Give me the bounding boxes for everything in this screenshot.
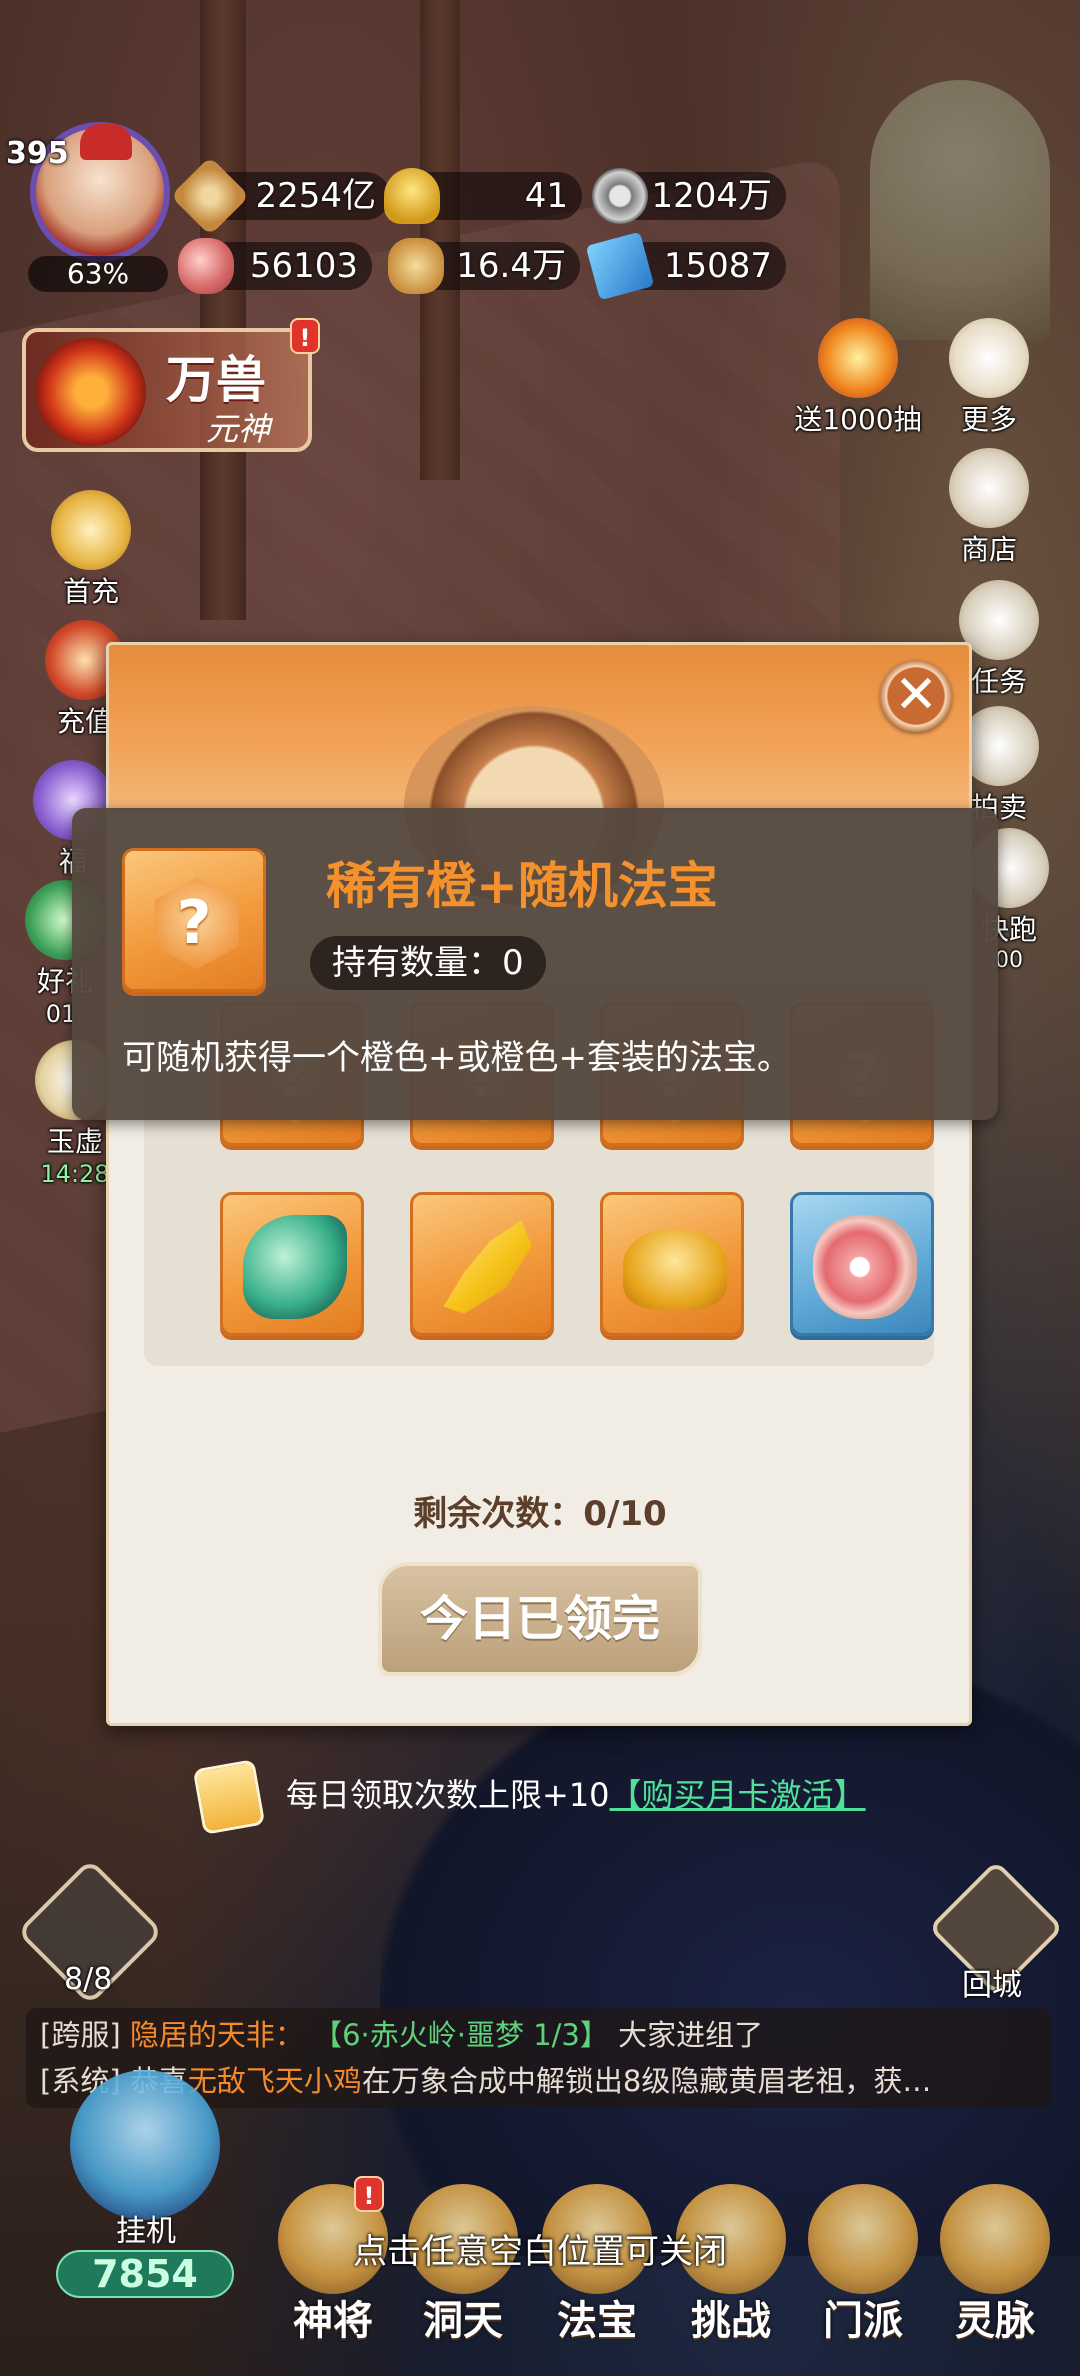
reward-slot-meat[interactable] (790, 1192, 934, 1336)
spirit-button[interactable]: 万兽 元神 (22, 328, 312, 452)
nav-dongtian[interactable]: 洞天 (388, 2170, 538, 2376)
nav-tiaozhan[interactable]: 挑战 (656, 2170, 806, 2376)
golden-leaf-icon (443, 1220, 532, 1314)
gold-ingot-icon (623, 1229, 727, 1309)
close-button[interactable]: ✕ (880, 660, 952, 732)
flame-icon (818, 318, 898, 398)
resource-gold-ingot: 41 (384, 168, 582, 224)
item-tooltip: ? 稀有橙+随机法宝 持有数量：0 可随机获得一个橙色+或橙色+套装的法宝。 (72, 808, 998, 1120)
spirit-subtitle: 元神 (206, 410, 271, 448)
dragon-treasure-icon (243, 1215, 347, 1319)
resource-power: 2254亿 (170, 156, 390, 236)
claim-button[interactable]: 今日已领完 (378, 1562, 702, 1676)
meat-icon (178, 238, 234, 294)
idle-mascot[interactable] (70, 2070, 220, 2220)
coin-icon (592, 168, 648, 224)
spirit-title: 万兽 (166, 351, 266, 409)
resource-silver: 1204万 (592, 168, 786, 224)
close-hint: 点击任意空白位置可关闭 (353, 2232, 727, 2272)
monthly-card-promo: 每日领取次数上限+10【购买月卡激活】 (192, 1759, 866, 1835)
owned-count: 持有数量：0 (310, 936, 546, 990)
more-icon (949, 318, 1029, 398)
side-button-shop[interactable]: 商店 (934, 448, 1044, 568)
resource-meat: 56103 (178, 238, 372, 294)
side-label: 送1000抽 (794, 403, 922, 436)
nav-lingmai[interactable]: 灵脉 (920, 2170, 1070, 2376)
tooltip-item-icon: ? (122, 848, 266, 992)
side-label: 首充 (62, 575, 119, 608)
task-count: 8/8 (64, 1962, 113, 1997)
reward-slot-golden-leaf[interactable] (410, 1192, 554, 1336)
crown-icon (80, 124, 132, 160)
monthly-text: 每日领取次数上限+10 (286, 1776, 610, 1814)
side-label: 商店 (960, 533, 1017, 566)
nav-fabao[interactable]: 法宝 (522, 2170, 672, 2376)
gold-ingot-icon (384, 168, 440, 224)
spirit-alert-badge: ! (290, 318, 320, 354)
tooltip-title: 稀有橙+随机法宝 (326, 857, 718, 915)
side-button-draw-1000[interactable]: 送1000抽 (788, 318, 928, 438)
nav-menpai[interactable]: 门派 (788, 2170, 938, 2376)
panel-header (106, 642, 972, 906)
remaining-count: 剩余次数：0/10 (413, 1494, 667, 1534)
hp-percent: 63% (28, 256, 168, 292)
tooltip-description: 可随机获得一个橙色+或橙色+套装的法宝。 (122, 1038, 791, 1078)
resource-supplies: 16.4万 (388, 238, 580, 294)
resource-scrolls: 15087 (585, 231, 786, 301)
player-level: 395 (6, 136, 69, 171)
shop-icon (949, 448, 1029, 528)
return-city-label: 回城 (962, 1968, 1022, 2003)
chat-line: [跨服] 隐居的天非： 【6·赤火岭·噩梦 1/3】 大家进组了 (40, 2018, 764, 2052)
beast-face-icon (36, 338, 146, 446)
side-button-more[interactable]: 更多 (934, 318, 1044, 438)
reward-slot-dragon-treasure[interactable] (220, 1192, 364, 1336)
buy-monthly-card-link[interactable]: 【购买月卡激活】 (610, 1776, 866, 1814)
raw-meat-icon (813, 1215, 917, 1319)
nav-alert-badge: ! (354, 2176, 384, 2212)
nav-shenjiang[interactable]: 神将 (258, 2170, 408, 2376)
bag-icon (388, 238, 444, 294)
side-label: 更多 (960, 403, 1017, 436)
monthly-card-icon (192, 1759, 266, 1835)
reward-slot-gold-ingot[interactable] (600, 1192, 744, 1336)
gift-icon (51, 490, 131, 570)
question-mark-icon: ? (176, 888, 212, 958)
side-button-first-charge[interactable]: 首充 (36, 490, 146, 610)
